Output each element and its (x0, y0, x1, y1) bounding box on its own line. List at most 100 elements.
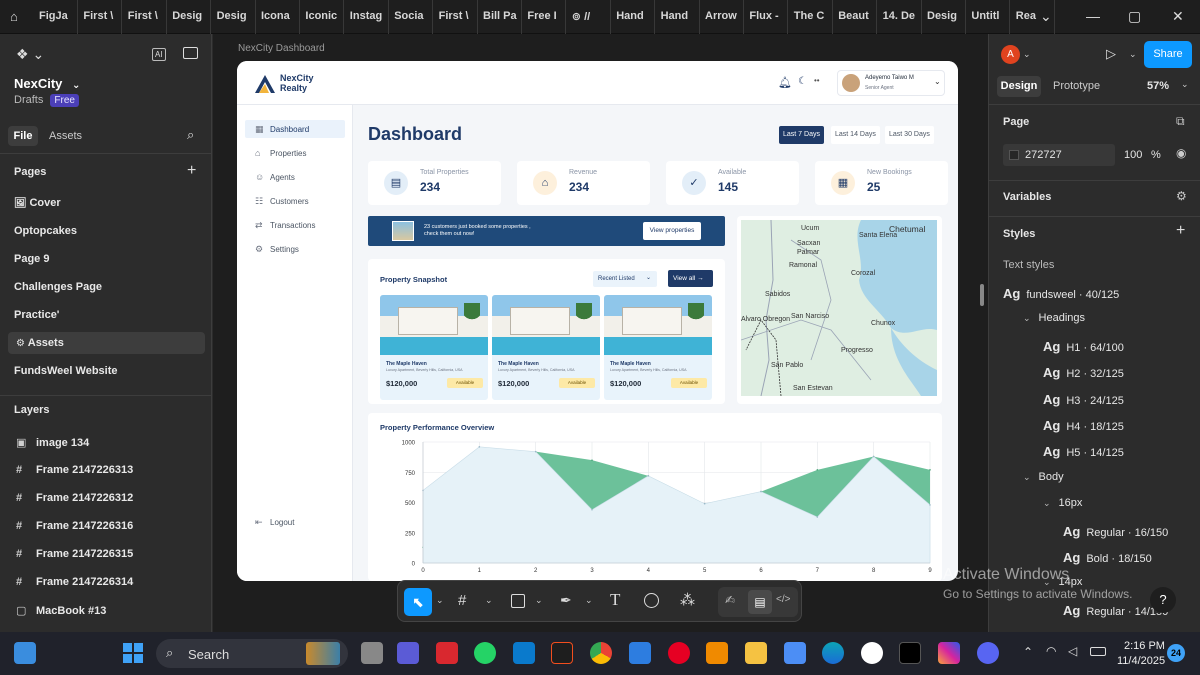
browser-tab[interactable]: Iconic (299, 0, 345, 34)
pinterest-icon[interactable] (668, 642, 690, 664)
range-tab[interactable]: Last 14 Days (831, 126, 880, 144)
store-icon[interactable] (784, 642, 806, 664)
browser-tab[interactable]: First \ (77, 0, 123, 34)
present-chevron-icon[interactable]: ⌄ (1129, 49, 1137, 60)
text-style-item[interactable]: Ag fundsweel · 40/125 (1003, 286, 1119, 301)
add-page-icon[interactable]: + (187, 162, 196, 180)
visibility-eye-icon[interactable]: ◉ (1176, 146, 1186, 160)
text-style-item[interactable]: Ag Regular · 16/150 (1063, 524, 1168, 539)
text-style-item[interactable]: Ag H3 · 24/125 (1043, 392, 1124, 407)
property-card[interactable]: The Maple Haven Luxury Apartment, Beverly… (604, 295, 712, 400)
text-style-item[interactable]: Ag H4 · 18/125 (1043, 418, 1124, 433)
variables-header[interactable]: Variables (1003, 191, 1051, 203)
dev-mode-icon[interactable]: </> (776, 594, 790, 605)
browser-tab[interactable]: First \ (433, 0, 478, 34)
share-button[interactable]: Share (1144, 41, 1192, 68)
browser-tab[interactable]: Icona (255, 0, 300, 34)
browser-tab[interactable]: Desig (166, 0, 212, 34)
browser-tab[interactable]: Instag (344, 0, 389, 34)
nav-item-agents[interactable]: ☺ Agents (245, 168, 345, 186)
frame-label[interactable]: NexCity Dashboard (238, 43, 325, 54)
assets-tab[interactable]: Assets (49, 130, 82, 142)
instagram-icon[interactable] (938, 642, 960, 664)
color-swatch[interactable] (1009, 150, 1019, 160)
add-style-icon[interactable]: + (1176, 222, 1185, 240)
prototype-tab[interactable]: Prototype (1053, 80, 1100, 92)
browser-tab[interactable]: Bill Pa (477, 0, 522, 34)
variables-settings-icon[interactable]: ⚙ (1176, 189, 1187, 203)
browser-tab[interactable]: Desig (921, 0, 966, 34)
design-tab[interactable]: Design (997, 76, 1041, 97)
recent-listed-dropdown[interactable]: Recent Listed ⌄ (593, 271, 657, 287)
page-item[interactable]: Page 9 (14, 253, 49, 265)
wifi-icon[interactable]: ◠ (1046, 644, 1056, 658)
wps-icon[interactable] (436, 642, 458, 664)
nav-item-settings[interactable]: ⚙ Settings (245, 240, 345, 258)
page-opacity-value[interactable]: 100 (1124, 149, 1142, 161)
avatar[interactable]: A (1001, 45, 1020, 64)
layer-item[interactable]: ▣ image 134 (16, 436, 89, 449)
notification-bell-icon[interactable]: 🔔︎ (778, 76, 792, 89)
maximize-icon[interactable]: ▢ (1128, 8, 1141, 25)
range-tab[interactable]: Last 7 Days (779, 126, 824, 144)
vscode-icon[interactable] (513, 642, 535, 664)
layer-item[interactable]: # Frame 2147226313 (16, 464, 133, 476)
browser-tab[interactable]: Hand (655, 0, 700, 34)
frame-tool-icon[interactable]: # (458, 592, 466, 609)
text-style-item[interactable]: Ag H1 · 64/100 (1043, 339, 1124, 354)
property-card[interactable]: The Maple Haven Luxury Apartment, Beverly… (380, 295, 488, 400)
browser-tab[interactable]: 14. De (877, 0, 922, 34)
vlc-icon[interactable] (706, 642, 728, 664)
figma-menu-icon[interactable]: ❖ ⌄ (16, 46, 44, 63)
help-button[interactable]: ? (1150, 587, 1176, 613)
pen-tool-icon[interactable]: ✒ (560, 592, 572, 609)
dashboard-frame[interactable]: NexCity Realty 🔔︎ ☾ •• Adeyemo Taiwo M Se… (237, 61, 958, 581)
clock-time[interactable]: 2:16 PM (1124, 640, 1165, 652)
present-icon[interactable]: ▷ (1106, 46, 1116, 62)
layer-item[interactable]: # Frame 2147226312 (16, 492, 133, 504)
frame-tool-chevron-icon[interactable]: ⌄ (485, 595, 493, 606)
text-style-item[interactable]: Ag H5 · 14/125 (1043, 444, 1124, 459)
browser-tab[interactable]: The C (788, 0, 833, 34)
figma-icon[interactable] (551, 642, 573, 664)
browser-tab[interactable]: Desig (211, 0, 256, 34)
page-color-field[interactable]: 272727 (1003, 144, 1115, 166)
range-tab[interactable]: Last 30 Days (885, 126, 934, 144)
search-icon[interactable]: ⌕ (187, 127, 194, 143)
export-settings-icon[interactable]: ⧉ (1176, 114, 1185, 129)
text-tool-icon[interactable]: T (610, 590, 620, 610)
volume-icon[interactable]: ◁ (1068, 644, 1077, 658)
avatar-chevron-icon[interactable]: ⌄ (1023, 49, 1031, 60)
browser-tab[interactable]: Flux - (743, 0, 789, 34)
browser-tab[interactable]: Free I (521, 0, 567, 34)
file-explorer-icon[interactable] (745, 642, 767, 664)
minimize-icon[interactable]: — (1086, 8, 1100, 24)
file-tab[interactable]: File (8, 126, 38, 146)
home-icon[interactable]: ⌂ (10, 9, 18, 24)
page-item[interactable]: Challenges Page (14, 281, 102, 293)
ai-icon[interactable]: AI (152, 48, 166, 61)
nav-item-dashboard[interactable]: ▦ Dashboard (245, 120, 345, 138)
text-style-item[interactable]: Ag H2 · 32/125 (1043, 365, 1124, 380)
text-style-group[interactable]: ⌄ 16px (1043, 497, 1082, 509)
close-icon[interactable]: ✕ (1172, 8, 1184, 25)
draw-mode-icon[interactable]: ✍ (725, 593, 735, 607)
move-tool-button[interactable]: ⬉ (404, 588, 432, 616)
layer-item[interactable]: # Frame 2147226314 (16, 576, 133, 588)
actions-tool-icon[interactable]: ⁂ (680, 591, 695, 609)
project-name[interactable]: NexCity ⌄ (14, 76, 80, 91)
property-card[interactable]: The Maple Haven Luxury Apartment, Beverly… (492, 295, 600, 400)
page-item[interactable]: 🖼 Cover (14, 197, 61, 209)
page-item[interactable]: FundsWeel Website (14, 365, 118, 377)
chrome-icon[interactable] (590, 642, 612, 664)
discord-icon[interactable] (977, 642, 999, 664)
tray-chevron-icon[interactable]: ⌃ (1023, 645, 1033, 659)
browser-tab[interactable]: FigJa (33, 0, 78, 34)
browser-tab[interactable]: Beaut (832, 0, 878, 34)
nav-item-properties[interactable]: ⌂ Properties (245, 144, 345, 162)
view-all-button[interactable]: View all → (668, 270, 713, 287)
start-button[interactable] (123, 643, 143, 663)
page-item[interactable]: ⚙ Assets (8, 332, 205, 354)
pen-tool-chevron-icon[interactable]: ⌄ (585, 595, 593, 606)
text-style-group[interactable]: ⌄ Body (1023, 471, 1064, 483)
